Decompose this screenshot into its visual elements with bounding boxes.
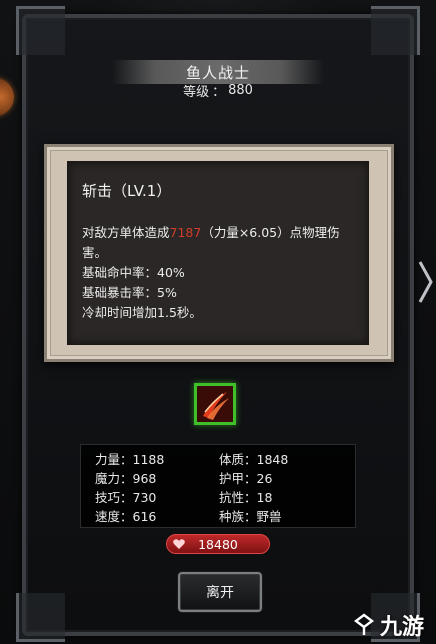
stat-resistance: 抗性：18 <box>219 490 273 505</box>
watermark-logo-icon <box>354 613 374 635</box>
cooldown-text-2: 秒。 <box>176 305 202 320</box>
level-separator: ： <box>212 84 226 100</box>
stat-magic: 魔力：968 <box>95 471 157 486</box>
red-slash-icon <box>197 386 233 422</box>
skill-tooltip-body: 斩击（LV.1） 对敌方单体造成7187（力量×6.05）点物理伤害。 基础命中… <box>67 161 369 345</box>
hp-value: 18480 <box>198 536 238 552</box>
hp-bar: 18480 <box>166 534 270 554</box>
watermark-text: 九游 <box>380 614 425 639</box>
frame-corner-top-right <box>371 6 420 55</box>
skill-name: 斩击（LV.1） <box>82 182 172 200</box>
leave-button[interactable]: 离开 <box>178 572 262 612</box>
frame-corner-top-left <box>16 6 65 55</box>
skill-description: 对敌方单体造成7187（力量×6.05）点物理伤害。 <box>82 223 356 263</box>
crit-rate: 基础暴击率：5% <box>82 285 177 300</box>
heart-icon <box>173 539 185 549</box>
level-label: 等级 <box>183 84 210 100</box>
cooldown-line: 冷却时间增加1.5秒。 <box>82 303 356 323</box>
hit-rate: 基础命中率：40% <box>82 265 185 280</box>
chevron-right-icon <box>418 261 433 303</box>
cooldown-value: 1.5 <box>157 305 177 320</box>
stat-race: 种族：野兽 <box>219 509 282 524</box>
stat-armor: 护甲：26 <box>219 471 273 486</box>
stats-panel: 力量：1188 体质：1848 魔力：968 护甲：26 技巧：730 抗性：1… <box>80 444 356 528</box>
character-level: 等级： 880 <box>112 80 324 100</box>
desc-text-1: 对敌方单体造成 <box>82 225 170 240</box>
level-value: 880 <box>228 82 253 98</box>
damage-value: 7187 <box>169 225 202 240</box>
cooldown-text-1: 冷却时间增加 <box>82 305 158 320</box>
stat-speed: 速度：616 <box>95 509 157 524</box>
skill-tooltip: 斩击（LV.1） 对敌方单体造成7187（力量×6.05）点物理伤害。 基础命中… <box>44 144 394 362</box>
frame-corner-bottom-left <box>16 593 65 642</box>
stat-strength: 力量：1188 <box>95 452 165 467</box>
skill-slot-button[interactable] <box>194 383 236 425</box>
watermark: 九游 <box>352 606 436 644</box>
stat-skill: 技巧：730 <box>95 490 157 505</box>
next-arrow-button[interactable] <box>414 256 436 308</box>
stat-constitution: 体质：1848 <box>219 452 289 467</box>
